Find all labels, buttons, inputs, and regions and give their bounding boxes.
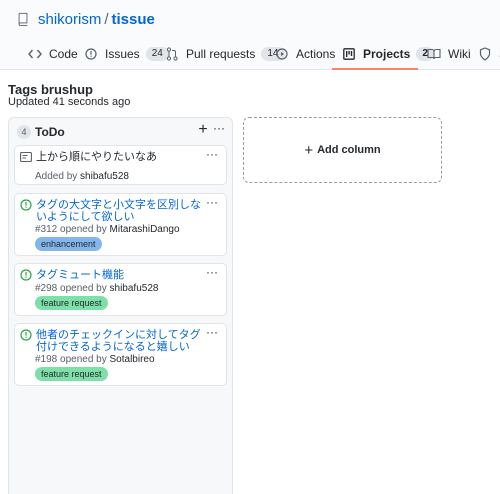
add-card-button[interactable]: + [196, 121, 210, 139]
card-author-link[interactable]: Sotalbireo [110, 354, 155, 365]
card-title: 上から順にやりたいなあ [36, 151, 157, 163]
card-author-link[interactable]: shibafu528 [110, 283, 159, 294]
tab-actions[interactable]: Actions [275, 44, 335, 70]
repo-header: shikorism / tissue Code Issues 24 Pull r… [0, 0, 500, 70]
repo-owner-link[interactable]: shikorism [38, 11, 101, 28]
git-pull-request-icon [165, 47, 179, 61]
book-icon [427, 47, 441, 61]
tab-security[interactable]: S [478, 44, 500, 70]
card-title-link[interactable]: 他者のチェックインに対してタグ付けできるようになると嬉しい [36, 329, 206, 353]
issue-opened-icon [20, 329, 32, 341]
tab-label: Code [49, 47, 78, 61]
card-meta-prefix: Added by [35, 171, 81, 182]
card-meta-prefix: #298 opened by [35, 283, 110, 294]
card-title-link[interactable]: タグミュート機能 [36, 269, 206, 281]
label-badge[interactable]: enhancement [35, 237, 102, 251]
tab-pull-requests[interactable]: Pull requests 14 [165, 44, 285, 70]
issue-card[interactable]: 他者のチェックインに対してタグ付けできるようになると嬉しい ··· #198 o… [14, 323, 227, 386]
tab-label: Actions [296, 47, 336, 61]
repo-separator: / [104, 10, 109, 28]
column-title: ToDo [35, 125, 65, 139]
add-column-button[interactable]: + Add column [243, 117, 442, 183]
card-menu-button[interactable]: ··· [206, 325, 218, 339]
repo-icon [17, 11, 31, 27]
project-title: Tags brushup [8, 82, 93, 97]
label-badge[interactable]: feature request [35, 367, 108, 381]
issue-opened-icon [20, 269, 32, 281]
selected-tab-underline [332, 68, 418, 70]
project-icon [342, 47, 356, 61]
repo-tabs: Code Issues 24 Pull requests 14 Actions [0, 44, 500, 70]
note-icon [20, 151, 32, 163]
plus-icon: + [304, 141, 314, 159]
tab-label: Issues [105, 47, 140, 61]
note-card[interactable]: 上から順にやりたいなあ ··· Added by shibafu528 [14, 145, 227, 185]
play-icon [275, 47, 289, 61]
card-meta: #298 opened by shibafu528 [35, 283, 158, 294]
tab-issues[interactable]: Issues 24 [84, 44, 169, 70]
label-badge[interactable]: feature request [35, 296, 108, 310]
issue-opened-icon [20, 199, 32, 211]
tab-label: Pull requests [186, 47, 256, 61]
project-updated-time: Updated 41 seconds ago [8, 96, 131, 108]
issue-opened-icon [84, 47, 98, 61]
column-card-count: 4 [17, 125, 31, 139]
column-menu-button[interactable]: ··· [213, 121, 225, 135]
tab-label: Projects [363, 47, 411, 61]
repo-title: shikorism / tissue [17, 9, 155, 29]
card-menu-button[interactable]: ··· [206, 147, 218, 161]
tab-projects[interactable]: Projects 2 [342, 44, 434, 70]
tab-label: Wiki [448, 47, 471, 61]
card-title-link[interactable]: タグの大文字と小文字を区別しないようにして欲しい [36, 199, 206, 223]
project-header: Tags brushup Updated 41 seconds ago [8, 82, 130, 108]
card-meta: Added by shibafu528 [35, 171, 129, 182]
repo-name-link[interactable]: tissue [112, 11, 155, 28]
issue-card[interactable]: タグミュート機能 ··· #298 opened by shibafu528 f… [14, 263, 227, 316]
card-meta-prefix: #312 opened by [35, 224, 110, 235]
card-menu-button[interactable]: ··· [206, 265, 218, 279]
add-column-label: Add column [317, 144, 381, 156]
tab-wiki[interactable]: Wiki [427, 44, 471, 70]
issue-card[interactable]: タグの大文字と小文字を区別しないようにして欲しい ··· #312 opened… [14, 193, 227, 256]
project-column-todo: 4 ToDo + ··· 上から順にやりたいなあ ··· Added by sh… [8, 117, 233, 494]
card-author-link[interactable]: shibafu528 [80, 171, 129, 182]
code-icon [28, 47, 42, 61]
card-meta-prefix: #198 opened by [35, 354, 110, 365]
card-author-link[interactable]: MitarashiDango [110, 224, 180, 235]
shield-icon [478, 47, 492, 61]
card-meta: #312 opened by MitarashiDango [35, 224, 180, 235]
card-meta: #198 opened by Sotalbireo [35, 354, 155, 365]
card-menu-button[interactable]: ··· [206, 195, 218, 209]
tab-code[interactable]: Code [28, 44, 78, 70]
